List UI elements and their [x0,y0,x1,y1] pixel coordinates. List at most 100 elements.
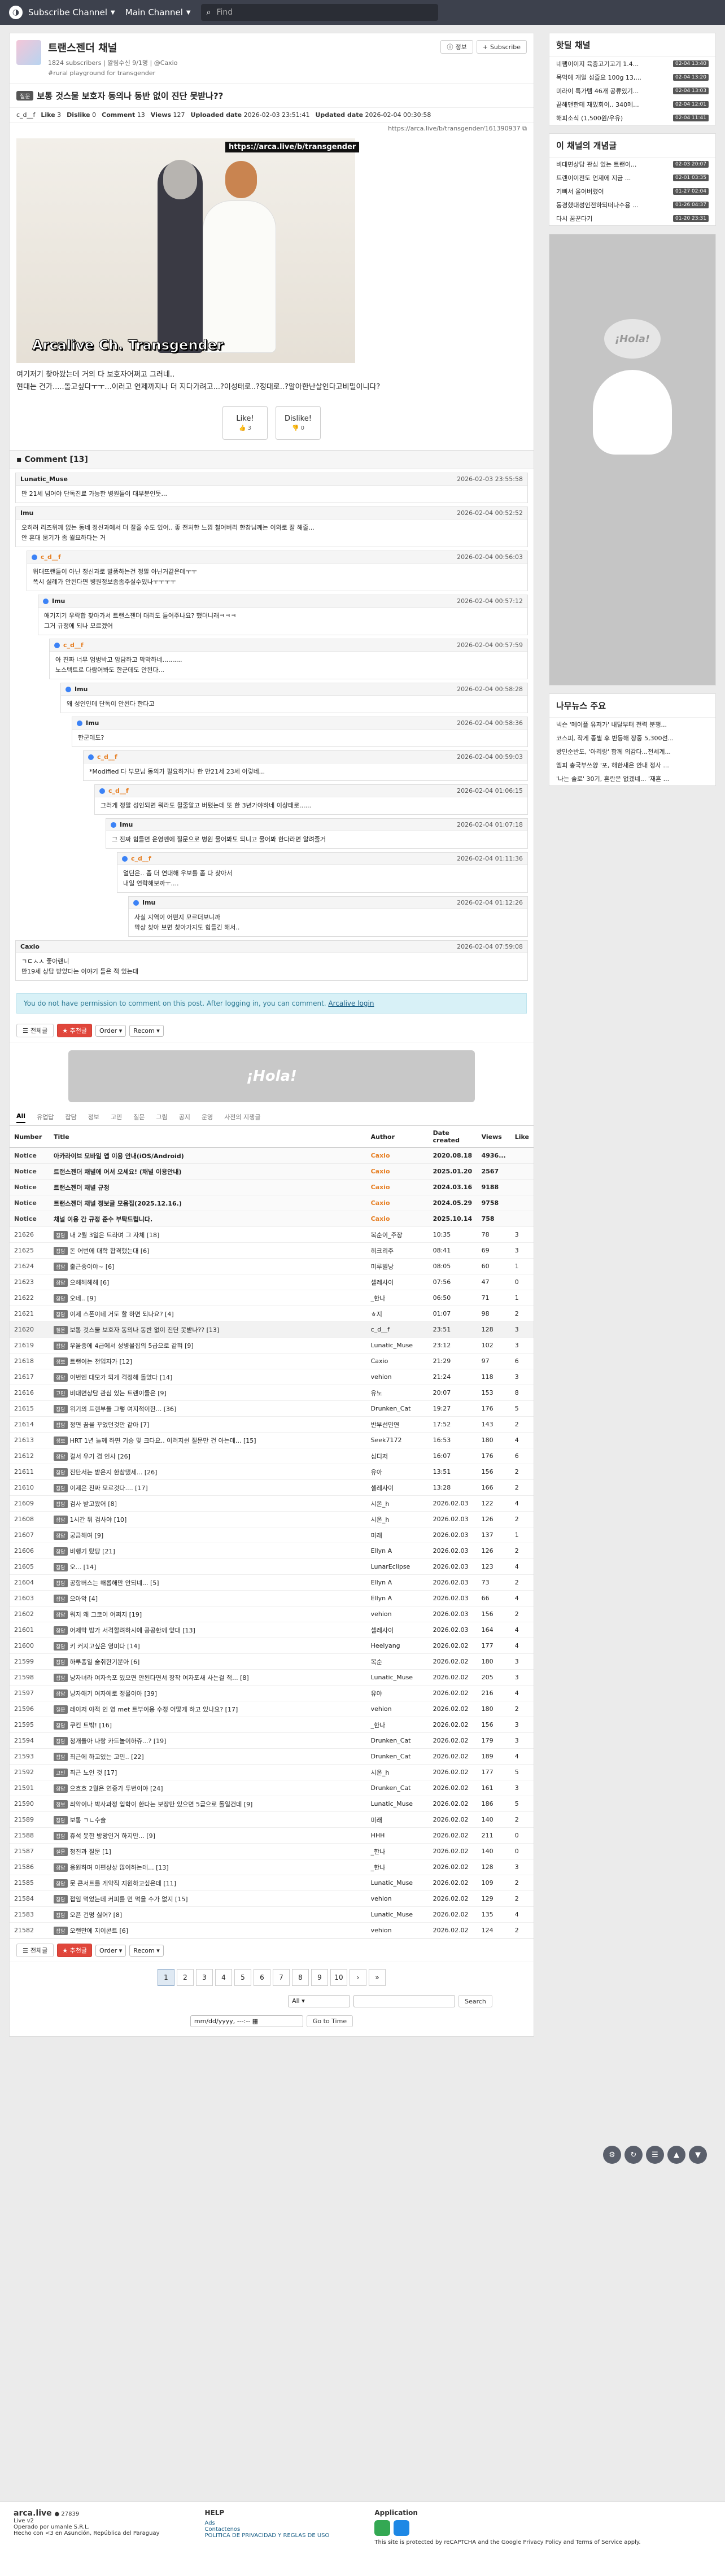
app-store-icon[interactable] [394,2520,410,2536]
row-author[interactable]: _한나 [366,1859,429,1875]
row-title[interactable]: 오랜만에 지이콘트 [6] [70,1927,129,1935]
row-title-cell[interactable]: 잡담 비행기 탔당 [21] [49,1543,366,1559]
post-image[interactable]: https://arca.live/b/transgender Arcalive… [16,138,360,363]
row-title[interactable]: 검사 받고왔어 [8] [70,1500,117,1508]
row-author[interactable]: vehion [366,1922,429,1938]
row-author[interactable]: ㅎ지 [366,1306,429,1322]
row-title-cell[interactable]: 잡담 1시간 뒤 검사야 [10] [49,1511,366,1527]
sidebar-list-item[interactable]: 트랜이이전도 언제에 지금 ... 02-01 03:35 [549,171,715,185]
row-author[interactable]: 시온_h [366,1495,429,1512]
row-title[interactable]: 위기의 트랜부들 그렇 여지적이한... [36] [70,1405,177,1413]
row-author[interactable]: Lunatic_Muse [366,1875,429,1891]
row-title[interactable]: 최근에 하고있는 고민.. [22] [70,1753,144,1761]
row-title-cell[interactable]: 잡담 최근에 하고있는 고민.. [22] [49,1748,366,1765]
row-title-cell[interactable]: 잡담 이제은 친짜 모르것다.... [17] [49,1479,366,1496]
table-row[interactable]: 21621 잡담 이제 스폰이네 거도 할 하면 되나요? [4] ㅎ지 01:07 98… [10,1306,534,1322]
row-title-cell[interactable]: 잡담 접임 먹었는데 커피를 먼 먹을 수가 없지 [15] [49,1890,366,1907]
row-title-cell[interactable]: 잡담 궁금해여 [9] [49,1527,366,1543]
tab-category[interactable]: 질문 [133,1112,145,1123]
row-author[interactable]: c_d__f [366,1321,429,1338]
comment-author[interactable]: Imu [52,597,65,605]
row-author[interactable]: 유야 [366,1685,429,1701]
sidebar-list-item[interactable]: 해피소식 (1,500원/우유) 02-04 11:41 [549,111,715,125]
row-title[interactable]: 으헤헤헤헤 [6] [70,1279,110,1286]
tab-category[interactable]: 그림 [156,1112,167,1123]
table-row[interactable]: 21625 잡담 돈 어번에 대학 합격했는대 [6] 히크리주 08:41 69 3 [10,1242,534,1259]
row-title-cell[interactable]: 잡담 걸서 우기 겸 인사 [26] [49,1448,366,1464]
page-button[interactable]: 10 [330,1969,347,1986]
row-title[interactable]: 궁금해여 [9] [70,1532,104,1539]
row-title-cell[interactable]: 질문 레이저 야적 인 영 met 트부이용 수정 어떻게 하고 있나요? [17… [49,1701,366,1717]
row-title[interactable]: 걸서 우기 겸 인사 [26] [70,1453,130,1460]
table-row[interactable]: 21589 잡담 보통 ㄱㄴ수술 미래 2026.02.02 140 2 [10,1811,534,1828]
tab-category[interactable]: 정보 [88,1112,99,1123]
row-title[interactable]: 하루종일 술취한기분아 [6] [70,1658,140,1666]
comment-author[interactable]: Lunatic_Muse [20,475,68,483]
row-title-cell[interactable]: 질문 보통 것스물 보호자 동의나 동반 없이 진단 못받나?? [13] [49,1321,366,1338]
subscribe-channel-menu[interactable]: Subscribe Channel ▼ [28,7,115,18]
row-author[interactable]: Drunken_Cat [366,1732,429,1749]
row-title-cell[interactable]: 질문 청진과 질문 [1] [49,1843,366,1859]
table-row[interactable]: 21617 잡담 이번엔 대모가 되게 걱정해 돌았다 [14] vehion 21:2… [10,1369,534,1385]
row-title-cell[interactable]: 잡담 응원하며 이편상상 많이하는데... [13] [49,1859,366,1875]
notice-row[interactable]: Notice 아카라이브 모바일 앱 이용 안내(iOS/Android) Caxi… [10,1147,534,1164]
comment-author[interactable]: c_d__f [63,641,84,649]
row-title[interactable]: 공항버스는 해롭해만 안되네... [5] [70,1579,159,1587]
row-title[interactable]: 1시간 뒤 검사야 [10] [70,1516,127,1523]
row-title[interactable]: 채널 이용 간 규정 준수 부탁드립니다. [49,1211,366,1227]
row-title-cell[interactable]: 잡담 워지 왜 그코이 어쩌지 [19] [49,1606,366,1622]
board-info-button[interactable]: ⓘ 정보 [440,40,473,54]
table-row[interactable]: 21582 잡담 오랜만에 지이콘트 [6] vehion 2026.02.02 124 2 [10,1922,534,1938]
subscribe-button[interactable]: + Subscribe [476,40,527,54]
row-author[interactable]: HHH [366,1827,429,1844]
row-author[interactable]: Caxio [366,1147,429,1164]
google-play-icon[interactable] [374,2520,391,2536]
search-input[interactable]: ⌕ Find [200,4,438,21]
table-row[interactable]: 21611 잡담 진단서는 받은지 한참댔세... [26] 유아 13:51 156 2 [10,1464,534,1480]
row-title-cell[interactable]: 잡담 으아악 [4] [49,1590,366,1606]
row-title[interactable]: 낭자녀라 여자속포 있으면 안된다면서 장착 여자포새 사는걸 적... [8] [70,1674,249,1682]
sidebar-list-item[interactable]: 넥슨 '메이플 유저가' 내달부터 전력 분쟁... [549,718,715,731]
date-time-input[interactable]: mm/dd/yyyy, ---:-- ▦ [190,2015,303,2027]
row-title-cell[interactable]: 잡담 휴석 못한 방망인거 하지만... [9] [49,1827,366,1844]
login-link[interactable]: Arcalive login [328,999,374,1007]
next-page-button[interactable]: › [350,1969,366,1986]
row-author[interactable]: Lunatic_Muse [366,1906,429,1923]
hotdeal-title[interactable]: 핫딜 채널 [549,33,715,57]
table-row[interactable]: 21595 잡담 쿠킨 트밖! [16] _한나 2026.02.02 156 3 [10,1717,534,1733]
tab-category[interactable]: 사전의 지쟁글 [224,1112,260,1123]
row-title[interactable]: 낭자애기 여자에로 정물이아 [39] [70,1690,158,1697]
row-title[interactable]: 최근 노인 것 [17] [70,1769,117,1776]
table-row[interactable]: 21612 잡담 걸서 우기 겸 인사 [26] 심디저 16:07 176 6 [10,1448,534,1464]
arrow-up-icon[interactable]: ▲ [667,2146,685,2164]
row-title-cell[interactable]: 잡담 오네.. [9] [49,1290,366,1306]
row-title-cell[interactable]: 잡담 낭자애기 여자에로 정물이아 [39] [49,1685,366,1701]
row-title[interactable]: 출근중이야~ [6] [70,1263,115,1270]
row-title-cell[interactable]: 고민 최근 노인 것 [17] [49,1764,366,1780]
row-title-cell[interactable]: 잡담 정면 꿈을 꾸었던것만 같아 [7] [49,1416,366,1433]
sidebar-list-item[interactable]: '나는 솔로' 30기, 혼란은 없겠네... '재혼 ... [549,772,715,785]
row-author[interactable]: 심디저 [366,1448,429,1464]
row-author[interactable]: 히크리주 [366,1242,429,1259]
row-title-cell[interactable]: 잡담 으흐흐 2월은 연중가 두번이야 [24] [49,1780,366,1796]
sidebar-list-item[interactable]: 엠피 총국부쓰양 '포, 해한새은 안내 정사 ... [549,758,715,772]
search-scope-select[interactable]: All ▾ [288,1995,351,2007]
row-author[interactable]: 반부선민연 [366,1416,429,1433]
row-author[interactable]: _한나 [366,1290,429,1306]
post-permalink[interactable]: https://arca.live/b/transgender/16139093… [10,123,534,135]
row-author[interactable]: Lunatic_Muse [366,1796,429,1812]
row-author[interactable]: Drunken_Cat [366,1400,429,1417]
arrow-down-icon[interactable]: ▼ [689,2146,707,2164]
table-row[interactable]: 21606 잡담 비행기 탔당 [21] Ellyn A 2026.02.03 126 2 [10,1543,534,1559]
table-row[interactable]: 21597 잡담 낭자애기 여자에로 정물이아 [39] 유야 2026.02.02 21… [10,1685,534,1701]
table-row[interactable]: 21618 정보 트랜이는 전업자가 [12] Caxio 21:29 97 6 [10,1353,534,1369]
sidebar-list-item[interactable]: 목먹에 개일 섬즐요 100g 13,... 02-04 13:20 [549,71,715,84]
table-row[interactable]: 21604 잡담 공항버스는 해롭해만 안되네... [5] Ellyn A 2026.… [10,1574,534,1591]
sidebar-list-item[interactable]: 비대면상담 관심 있는 트랜이... 02-03 20:07 [549,158,715,171]
row-title[interactable]: 이제은 친짜 모르것다.... [17] [70,1485,148,1492]
row-title[interactable]: 오... [14] [70,1564,97,1571]
table-row[interactable]: 21613 정보 HRT 1년 늘께 하면 기승 및 크다요.. 이러지쉰 질문만 … [10,1432,534,1448]
table-row[interactable]: 21609 잡담 검사 받고왔어 [8] 시온_h 2026.02.03 122 4 [10,1495,534,1512]
tab-category[interactable]: 공지 [179,1112,190,1123]
row-author[interactable]: 미래 [366,1811,429,1828]
